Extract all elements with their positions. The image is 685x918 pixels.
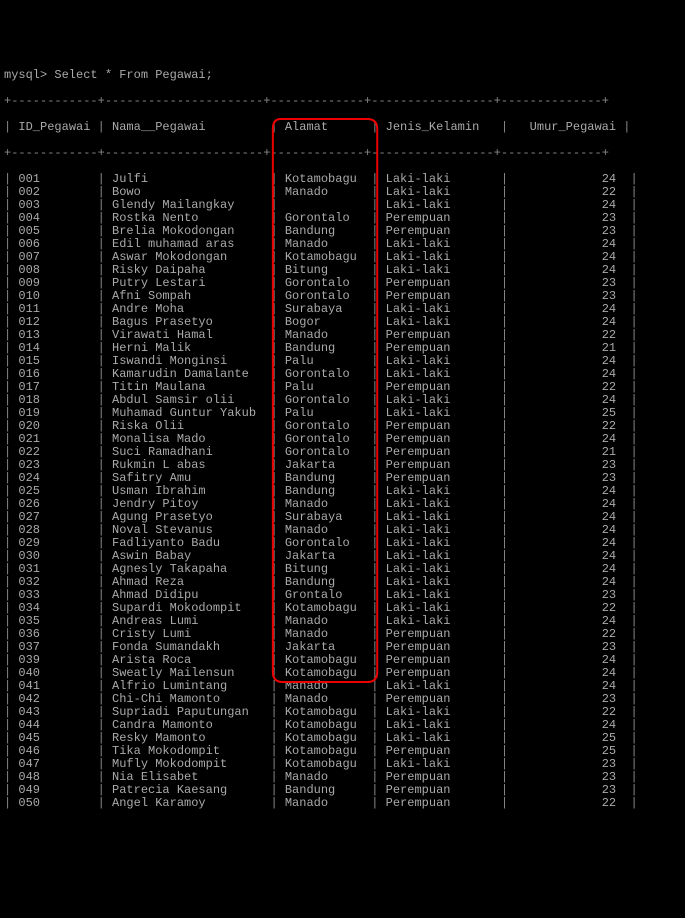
cell-id: 044 bbox=[18, 719, 97, 732]
cell-alamat: Manado bbox=[285, 693, 371, 706]
cell-nama: Tika Mokodompit bbox=[112, 745, 270, 758]
cell-nama: Fonda Sumandakh bbox=[112, 641, 270, 654]
cell-id: 045 bbox=[18, 732, 97, 745]
cell-nama: Chi-Chi Mamonto bbox=[112, 693, 270, 706]
cell-nama: Mufly Mokodompit bbox=[112, 758, 270, 771]
cell-umur: 24 bbox=[515, 667, 623, 680]
cell-jk: Laki-laki bbox=[386, 758, 501, 771]
cell-jk: Laki-laki bbox=[386, 732, 501, 745]
cell-id: 049 bbox=[18, 784, 97, 797]
table-row: | 042| Chi-Chi Mamonto| Manado| Perempua… bbox=[4, 693, 681, 706]
cell-umur: 24 bbox=[515, 680, 623, 693]
cell-jk: Perempuan bbox=[386, 667, 501, 680]
cell-id: 043 bbox=[18, 706, 97, 719]
col-umur: Umur_Pegawai bbox=[515, 121, 623, 134]
cell-id: 042 bbox=[18, 693, 97, 706]
table-row: | 037| Fonda Sumandakh| Jakarta| Perempu… bbox=[4, 641, 681, 654]
cell-id: 050 bbox=[18, 797, 97, 810]
col-id: ID_Pegawai bbox=[18, 121, 97, 134]
cell-jk: Perempuan bbox=[386, 797, 501, 810]
cell-nama: Angel Karamoy bbox=[112, 797, 270, 810]
cell-umur: 24 bbox=[515, 654, 623, 667]
cell-umur: 25 bbox=[515, 732, 623, 745]
table-row: | 049| Patrecia Kaesang| Bandung| Peremp… bbox=[4, 784, 681, 797]
cell-jk: Laki-laki bbox=[386, 680, 501, 693]
cell-nama: Supriadi Paputungan bbox=[112, 706, 270, 719]
cell-jk: Perempuan bbox=[386, 784, 501, 797]
cell-nama: Alfrio Lumintang bbox=[112, 680, 270, 693]
cell-nama: Nia Elisabet bbox=[112, 771, 270, 784]
table-row: | 048| Nia Elisabet| Manado| Perempuan| … bbox=[4, 771, 681, 784]
cell-jk: Perempuan bbox=[386, 641, 501, 654]
cell-nama: Resky Mamonto bbox=[112, 732, 270, 745]
cell-alamat: Kotamobagu bbox=[285, 654, 371, 667]
cell-nama: Patrecia Kaesang bbox=[112, 784, 270, 797]
cell-umur: 23 bbox=[515, 771, 623, 784]
cell-alamat: Kotamobagu bbox=[285, 706, 371, 719]
sql-prompt: mysql> Select * From Pegawai; bbox=[4, 69, 681, 82]
cell-alamat: Kotamobagu bbox=[285, 667, 371, 680]
cell-id: 047 bbox=[18, 758, 97, 771]
table-row: | 041| Alfrio Lumintang| Manado| Laki-la… bbox=[4, 680, 681, 693]
cell-alamat: Bandung bbox=[285, 784, 371, 797]
cell-jk: Laki-laki bbox=[386, 719, 501, 732]
cell-umur: 23 bbox=[515, 758, 623, 771]
table-border-top: +------------+----------------------+---… bbox=[4, 95, 681, 108]
cell-jk: Perempuan bbox=[386, 654, 501, 667]
table-row: | 045| Resky Mamonto| Kotamobagu| Laki-l… bbox=[4, 732, 681, 745]
cell-alamat: Manado bbox=[285, 797, 371, 810]
cell-umur: 23 bbox=[515, 641, 623, 654]
cell-alamat: Manado bbox=[285, 771, 371, 784]
table-border-mid: +------------+----------------------+---… bbox=[4, 147, 681, 160]
cell-alamat: Kotamobagu bbox=[285, 719, 371, 732]
cell-id: 048 bbox=[18, 771, 97, 784]
cell-jk: Perempuan bbox=[386, 771, 501, 784]
cell-id: 041 bbox=[18, 680, 97, 693]
cell-umur: 24 bbox=[515, 719, 623, 732]
cell-umur: 25 bbox=[515, 745, 623, 758]
table-header-row: | ID_Pegawai| Nama__Pegawai| Alamat| Jen… bbox=[4, 121, 681, 134]
table-row: | 040| Sweatly Mailensun| Kotamobagu| Pe… bbox=[4, 667, 681, 680]
cell-alamat: Kotamobagu bbox=[285, 732, 371, 745]
table-row: | 043| Supriadi Paputungan| Kotamobagu| … bbox=[4, 706, 681, 719]
cell-jk: Perempuan bbox=[386, 693, 501, 706]
cell-alamat: Manado bbox=[285, 680, 371, 693]
cell-nama: Sweatly Mailensun bbox=[112, 667, 270, 680]
cell-id: 040 bbox=[18, 667, 97, 680]
cell-umur: 23 bbox=[515, 784, 623, 797]
col-alamat: Alamat bbox=[285, 121, 371, 134]
cell-nama: Candra Mamonto bbox=[112, 719, 270, 732]
cell-id: 046 bbox=[18, 745, 97, 758]
cell-umur: 23 bbox=[515, 693, 623, 706]
table-body: | 001| Julfi| Kotamobagu| Laki-laki| 24 … bbox=[4, 173, 681, 810]
table-row: | 044| Candra Mamonto| Kotamobagu| Laki-… bbox=[4, 719, 681, 732]
table-row: | 039| Arista Roca| Kotamobagu| Perempua… bbox=[4, 654, 681, 667]
cell-alamat: Kotamobagu bbox=[285, 745, 371, 758]
table-row: | 050| Angel Karamoy| Manado| Perempuan|… bbox=[4, 797, 681, 810]
cell-alamat: Jakarta bbox=[285, 641, 371, 654]
cell-umur: 22 bbox=[515, 706, 623, 719]
cell-jk: Laki-laki bbox=[386, 706, 501, 719]
cell-umur: 22 bbox=[515, 797, 623, 810]
col-jk: Jenis_Kelamin bbox=[386, 121, 501, 134]
cell-id: 037 bbox=[18, 641, 97, 654]
cell-id: 039 bbox=[18, 654, 97, 667]
cell-alamat: Kotamobagu bbox=[285, 758, 371, 771]
cell-alamat: Manado bbox=[285, 186, 371, 199]
col-nama: Nama__Pegawai bbox=[112, 120, 206, 134]
table-row: | 046| Tika Mokodompit| Kotamobagu| Pere… bbox=[4, 745, 681, 758]
cell-jk: Perempuan bbox=[386, 745, 501, 758]
table-row: | 047| Mufly Mokodompit| Kotamobagu| Lak… bbox=[4, 758, 681, 771]
cell-nama: Arista Roca bbox=[112, 654, 270, 667]
terminal-output: mysql> Select * From Pegawai; +---------… bbox=[4, 56, 681, 849]
